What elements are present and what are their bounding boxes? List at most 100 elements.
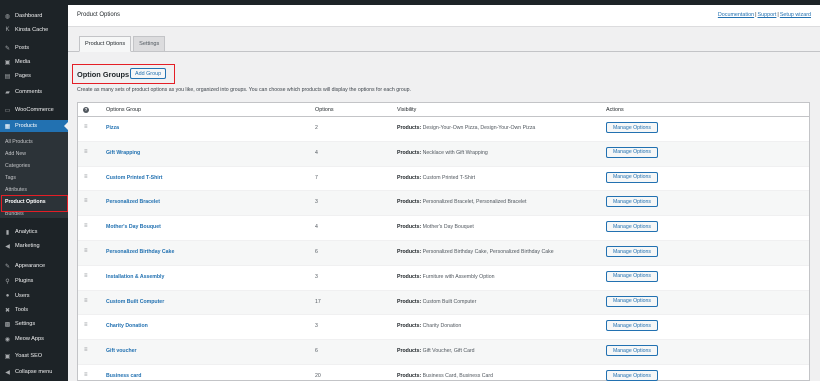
- manage-options-button[interactable]: Manage Options: [606, 146, 658, 158]
- manage-options-button[interactable]: Manage Options: [606, 171, 658, 183]
- link-separator: |: [777, 12, 779, 18]
- visibility-products: Personalized Bracelet, Personalized Brac…: [422, 199, 527, 206]
- help-icon[interactable]: ?: [83, 106, 89, 113]
- visibility-prefix: Products:: [397, 224, 422, 231]
- setup-wizard-link[interactable]: Setup wizard: [780, 12, 811, 18]
- group-name-link[interactable]: Business card: [106, 373, 141, 379]
- support-link[interactable]: Support: [758, 12, 777, 18]
- tab-settings[interactable]: Settings: [133, 36, 166, 52]
- group-name-link[interactable]: Gift voucher: [106, 348, 137, 354]
- table-row: ≡ Personalized Birthday Cake 6 Products: Pe…: [78, 241, 809, 266]
- header-actions: Actions: [606, 107, 624, 113]
- submenu-item-categories[interactable]: Categories: [5, 163, 30, 169]
- visibility-text: Products: Personalized Bracelet, Persona…: [397, 199, 526, 205]
- options-count: 4: [315, 149, 318, 156]
- drag-handle-icon[interactable]: ≡: [84, 372, 88, 378]
- visibility-prefix: Products:: [397, 323, 422, 330]
- sidebar-item-yoast-seo[interactable]: ▣ Yoast SEO: [0, 350, 68, 362]
- group-name-link[interactable]: Personalized Birthday Cake: [106, 249, 174, 255]
- manage-options-button[interactable]: Manage Options: [606, 295, 658, 307]
- manage-options-button[interactable]: Manage Options: [606, 221, 658, 233]
- sidebar-item-tools[interactable]: ✖ Tools: [0, 304, 68, 316]
- options-count: 3: [315, 199, 318, 206]
- header-links: Documentation|Support|Setup wizard: [718, 12, 811, 18]
- drag-handle-icon[interactable]: ≡: [84, 149, 88, 155]
- sidebar-item-analytics[interactable]: ▮ Analytics: [0, 226, 68, 238]
- visibility-text: Products: Design-Your-Own Pizza, Design-…: [397, 125, 535, 131]
- sidebar-item-users[interactable]: ● Users: [0, 290, 68, 302]
- group-name-link[interactable]: Pizza: [106, 125, 119, 131]
- sidebar-item-kinsta-cache[interactable]: K Kinsta Cache: [0, 24, 68, 36]
- tools-icon: ✖: [4, 307, 11, 314]
- manage-options-button[interactable]: Manage Options: [606, 320, 658, 332]
- visibility-products: Custom Built Computer: [422, 298, 477, 305]
- manage-options-button[interactable]: Manage Options: [606, 270, 658, 282]
- group-name-link[interactable]: Custom Printed T-Shirt: [106, 175, 163, 181]
- sidebar-item-label: WooCommerce: [15, 107, 54, 113]
- sidebar-item-posts[interactable]: ✎ Posts: [0, 42, 68, 54]
- group-name-link[interactable]: Custom Built Computer: [106, 299, 164, 305]
- drag-handle-icon[interactable]: ≡: [84, 223, 88, 229]
- visibility-prefix: Products:: [397, 174, 422, 181]
- table-row: ≡ Personalized Bracelet 3 Products: Persona…: [78, 191, 809, 217]
- visibility-prefix: Products:: [397, 298, 422, 305]
- tabs-divider: [68, 51, 820, 52]
- sidebar-item-label: Products: [15, 123, 38, 129]
- submenu-item-tags[interactable]: Tags: [5, 175, 16, 181]
- drag-handle-icon[interactable]: ≡: [84, 347, 88, 353]
- appearance-icon: ✎: [4, 263, 11, 270]
- table-row: ≡ Pizza 2 Products: Design-Your-Own Pizza, …: [78, 117, 809, 142]
- group-name-link[interactable]: Installation & Assembly: [106, 274, 164, 280]
- visibility-products: Business Card, Business Card: [422, 373, 494, 379]
- sidebar-item-settings[interactable]: ▩ Settings: [0, 318, 68, 330]
- group-name-link[interactable]: Charity Donation: [106, 323, 148, 329]
- sidebar-item-dashboard[interactable]: ◍ Dashboard: [0, 10, 68, 22]
- collapse-icon: ◀: [5, 369, 10, 376]
- submenu-item-add-new[interactable]: Add New: [5, 151, 26, 157]
- manage-options-button[interactable]: Manage Options: [606, 246, 658, 257]
- visibility-prefix: Products:: [397, 149, 422, 156]
- drag-handle-icon[interactable]: ≡: [84, 248, 88, 254]
- sidebar-item-appearance[interactable]: ✎ Appearance: [0, 260, 68, 272]
- kinsta-icon: K: [5, 27, 10, 33]
- sidebar-item-pages[interactable]: ▤ Pages: [0, 70, 68, 82]
- group-name-link[interactable]: Mother's Day Bouquet: [106, 224, 161, 230]
- sidebar-item-label: Users: [15, 293, 30, 299]
- visibility-prefix: Products:: [397, 125, 422, 131]
- sidebar-item-woocommerce[interactable]: ▭ WooCommerce: [0, 104, 68, 116]
- admin-sidebar: ◍ Dashboard K Kinsta Cache ✎ Posts ▣ Media ▤ Page…: [0, 0, 68, 381]
- table-row: ≡ Charity Donation 3 Products: Charity Dona…: [78, 315, 809, 341]
- comments-icon: ▰: [5, 89, 10, 96]
- group-name-link[interactable]: Gift Wrapping: [106, 150, 140, 156]
- drag-handle-icon[interactable]: ≡: [84, 124, 88, 130]
- visibility-text: Products: Personalized Birthday Cake, Pe…: [397, 249, 554, 255]
- drag-handle-icon[interactable]: ≡: [84, 298, 88, 304]
- submenu-item-all-products[interactable]: All Products: [5, 139, 33, 145]
- sidebar-item-media[interactable]: ▣ Media: [0, 56, 68, 68]
- manage-options-button[interactable]: Manage Options: [606, 370, 658, 381]
- link-separator: |: [755, 12, 757, 18]
- manage-options-button[interactable]: Manage Options: [606, 345, 658, 357]
- manage-options-button[interactable]: Manage Options: [606, 196, 658, 208]
- yoast-icon: ▣: [4, 353, 11, 360]
- visibility-text: Products: Necklace with Gift Wrapping: [397, 150, 488, 156]
- drag-handle-icon[interactable]: ≡: [84, 174, 88, 180]
- sidebar-item-plugins[interactable]: ⚲ Plugins: [0, 275, 68, 287]
- visibility-prefix: Products:: [397, 348, 422, 355]
- drag-handle-icon[interactable]: ≡: [84, 273, 88, 279]
- sidebar-item-marketing[interactable]: ◀ Marketing: [0, 240, 68, 252]
- documentation-link[interactable]: Documentation: [718, 12, 754, 18]
- submenu-item-attributes[interactable]: Attributes: [5, 187, 27, 193]
- sidebar-item-products[interactable]: ▦ Products: [0, 120, 68, 132]
- tab-product-options[interactable]: Product Options: [79, 36, 132, 52]
- drag-handle-icon[interactable]: ≡: [84, 322, 88, 328]
- group-name-link[interactable]: Personalized Bracelet: [106, 199, 160, 205]
- drag-handle-icon[interactable]: ≡: [84, 198, 88, 204]
- sidebar-item-comments[interactable]: ▰ Comments: [0, 86, 68, 98]
- sidebar-item-meow-apps[interactable]: ◉ Meow Apps: [0, 333, 68, 345]
- sidebar-item-label: Posts: [15, 45, 29, 51]
- header-visibility: Visibility: [397, 107, 417, 113]
- sidebar-item-collapse-menu[interactable]: ◀ Collapse menu: [0, 366, 68, 378]
- visibility-text: Products: Mother's Day Bouquet: [397, 224, 474, 230]
- manage-options-button[interactable]: Manage Options: [606, 122, 658, 133]
